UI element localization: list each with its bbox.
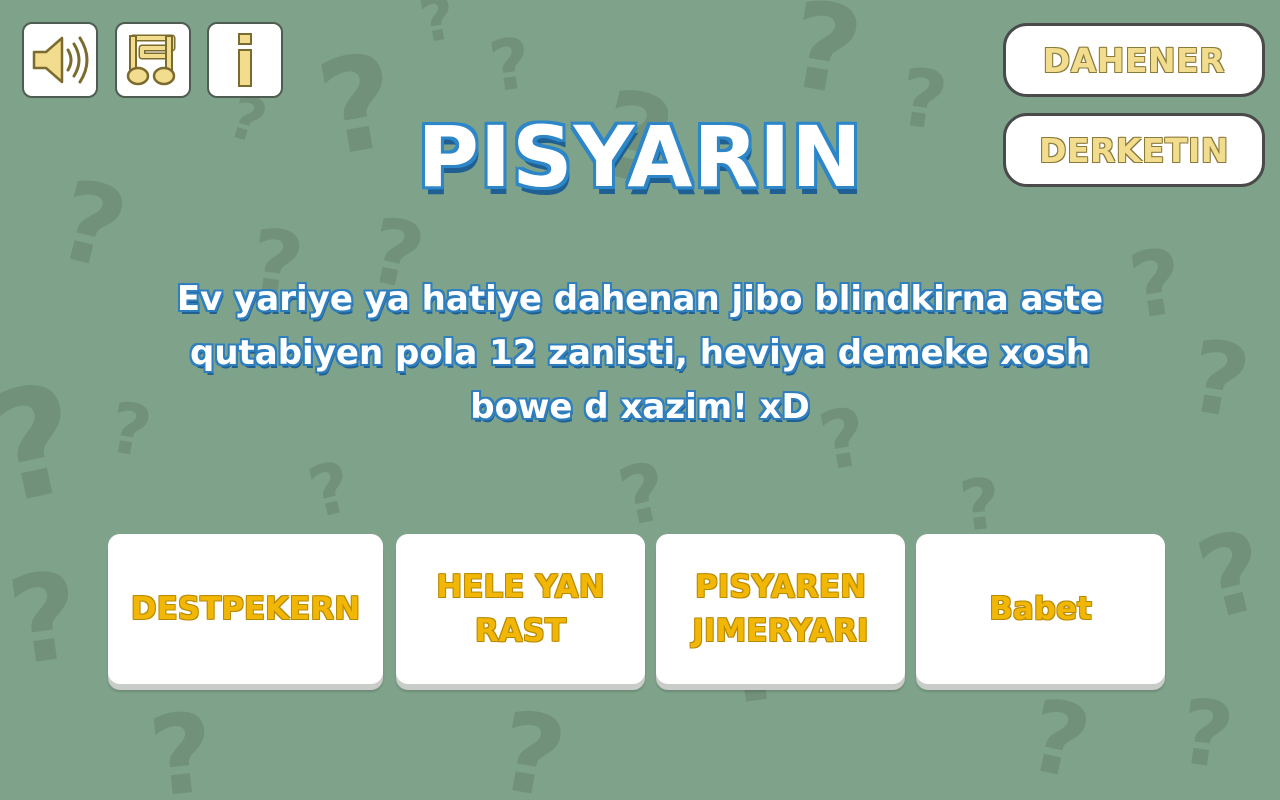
question-line: Ev yariye ya hatiye dahenan jibo blindki…	[176, 279, 1104, 319]
question-line: qutabiyen pola 12 zanisti, heviya demeke…	[189, 333, 1090, 373]
question-mark-icon: ?	[610, 444, 676, 545]
question-text: Ev yariye ya hatiye dahenan jibo blindki…	[100, 272, 1180, 434]
question-mark-icon: ?	[0, 545, 89, 694]
answer-card-label-line: HELE YAN	[436, 569, 605, 605]
answer-card-label: DESTPEKERN	[131, 587, 360, 631]
answer-card-wrong-right[interactable]: HELE YAN RAST	[396, 534, 645, 684]
speaker-icon	[32, 36, 89, 84]
answer-card-label-line: RAST	[474, 613, 567, 649]
answer-card-topic[interactable]: Babet	[916, 534, 1165, 684]
answer-card-label: Babet	[989, 587, 1092, 631]
answer-card-question-count[interactable]: PISYAREN JIMERYARI	[656, 534, 905, 684]
answer-card-label-line: JIMERYARI	[692, 613, 869, 649]
sound-toggle-button[interactable]	[22, 22, 98, 98]
help-button-label: DAHENER	[1042, 40, 1226, 80]
answer-card-start[interactable]: DESTPEKERN	[108, 534, 383, 684]
question-mark-icon: ?	[1180, 316, 1258, 443]
question-mark-icon: ?	[484, 21, 537, 109]
answer-card-label-line: DESTPEKERN	[130, 591, 361, 627]
question-line: bowe d xazim! xD	[470, 387, 810, 427]
music-note-icon	[126, 34, 176, 86]
page-title: PISYARIN	[417, 108, 863, 206]
answer-card-label: PISYAREN JIMERYARI	[692, 565, 868, 653]
question-mark-icon: ?	[414, 0, 461, 58]
question-mark-icon: ?	[300, 445, 360, 535]
question-mark-icon: ?	[143, 688, 221, 800]
info-button[interactable]	[207, 22, 283, 98]
answer-card-label: HELE YAN RAST	[436, 565, 604, 653]
help-button[interactable]: DAHENER	[1003, 23, 1265, 97]
question-mark-icon: ?	[1185, 505, 1279, 645]
info-icon	[238, 33, 252, 87]
question-mark-icon: ?	[1173, 678, 1240, 791]
music-toggle-button[interactable]	[115, 22, 191, 98]
question-mark-icon: ?	[778, 0, 872, 124]
question-mark-icon: ?	[955, 462, 1005, 548]
question-mark-icon: ?	[489, 686, 575, 800]
question-mark-icon: ?	[1018, 676, 1100, 800]
answer-card-label-line: Babet	[989, 591, 1092, 627]
question-mark-icon: ?	[0, 350, 95, 540]
answer-card-label-line: PISYAREN	[694, 569, 867, 605]
